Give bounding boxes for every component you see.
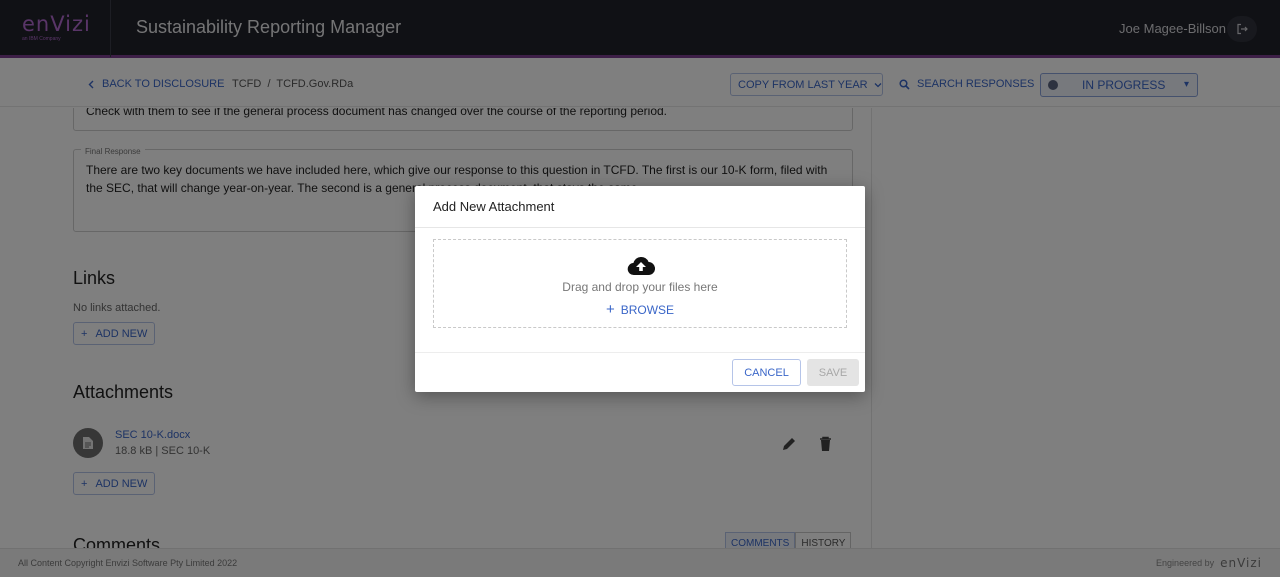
save-button[interactable]: SAVE (807, 359, 859, 386)
dialog-footer-divider (415, 352, 865, 353)
cloud-upload-icon (627, 256, 655, 276)
add-attachment-dialog: Add New Attachment Drag and drop your fi… (415, 186, 865, 392)
drop-instructions: Drag and drop your files here (562, 280, 718, 294)
plus-icon: + (605, 301, 615, 318)
file-dropzone[interactable]: Drag and drop your files here + BROWSE (433, 239, 847, 328)
dialog-divider (415, 227, 865, 228)
browse-button[interactable]: + BROWSE (434, 301, 846, 318)
browse-label: BROWSE (620, 303, 675, 317)
cancel-button[interactable]: CANCEL (732, 359, 801, 386)
dialog-title: Add New Attachment (433, 199, 555, 214)
